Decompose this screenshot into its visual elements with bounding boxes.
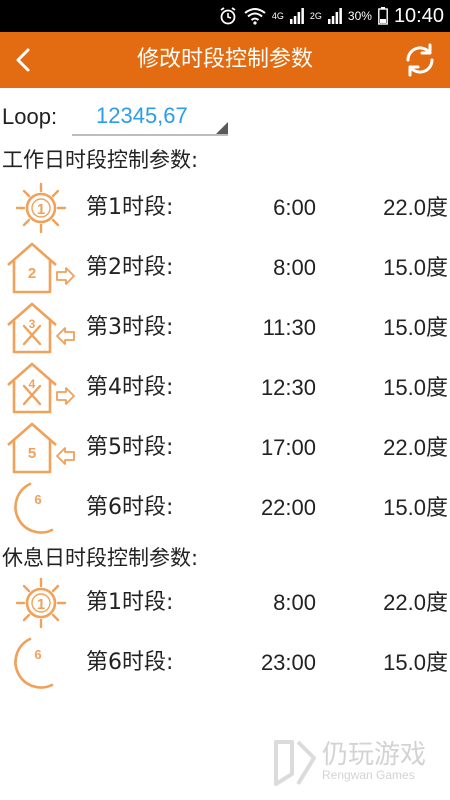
loop-value: 12345,67 xyxy=(96,103,188,128)
moon-6-icon: 6 xyxy=(14,482,54,534)
period-temperature: 22.0度 xyxy=(383,195,448,220)
wifi-icon xyxy=(244,8,266,25)
alarm-icon xyxy=(220,7,236,25)
period-temperature: 22.0度 xyxy=(383,590,448,615)
dropdown-arrow-icon xyxy=(216,122,228,134)
clock: 10:40 xyxy=(393,4,444,27)
period-time: 11:30 xyxy=(262,315,316,340)
watermark: 仍玩游戏 Rengwan Games xyxy=(270,734,450,794)
period-time: 17:00 xyxy=(260,435,316,460)
workday-row-4[interactable]: 4 第4时段: 12:30 15.0度 xyxy=(0,358,450,418)
period-time: 22:00 xyxy=(260,495,316,520)
battery-percent: 30% xyxy=(347,9,372,23)
period-label: 第4时段: xyxy=(86,375,174,400)
watermark-logo-icon xyxy=(274,740,316,786)
period-temperature: 15.0度 xyxy=(383,495,448,520)
workday-row-3[interactable]: 3 第3时段: 11:30 15.0度 xyxy=(0,298,450,358)
refresh-button[interactable] xyxy=(400,40,440,80)
nav-bar: 修改时段控制参数 xyxy=(0,32,450,88)
signal-icon xyxy=(289,8,304,24)
period-label: 第5时段: xyxy=(86,435,174,460)
sun-1-icon: 1 xyxy=(15,182,67,234)
workday-row-2[interactable]: 2 第2时段: 8:00 15.0度 xyxy=(0,238,450,298)
period-time: 23:00 xyxy=(260,650,316,675)
period-time: 8:00 xyxy=(273,590,316,615)
status-icons: 4G 2G 30% 10:40 xyxy=(218,0,444,32)
period-time: 8:00 xyxy=(273,255,316,280)
loop-label: Loop: xyxy=(2,104,58,129)
loop-row: Loop: 12345,67 xyxy=(0,96,450,138)
sun-1-icon: 1 xyxy=(15,577,67,629)
restday-row-6[interactable]: 6 第6时段: 23:00 15.0度 xyxy=(0,633,450,693)
period-label: 第1时段: xyxy=(86,590,174,615)
house-return-meal-3-icon: 3 xyxy=(6,302,75,354)
period-label: 第3时段: xyxy=(86,315,174,340)
svg-text:4: 4 xyxy=(29,377,36,391)
page-title: 修改时段控制参数 xyxy=(136,47,313,72)
svg-text:5: 5 xyxy=(28,445,36,462)
period-time: 6:00 xyxy=(273,195,316,220)
period-label: 第6时段: xyxy=(86,650,174,675)
period-temperature: 15.0度 xyxy=(383,375,448,400)
workday-section-title: 工作日时段控制参数: xyxy=(2,148,199,172)
period-label: 第2时段: xyxy=(86,255,174,280)
refresh-icon xyxy=(406,43,434,77)
period-temperature: 22.0度 xyxy=(383,435,448,460)
watermark-text: 仍玩游戏 xyxy=(322,740,427,770)
svg-text:6: 6 xyxy=(34,647,41,662)
signal-icon-2 xyxy=(327,8,342,24)
house-return-5-icon: 5 xyxy=(6,422,75,474)
svg-text:6: 6 xyxy=(34,492,41,507)
house-leave-meal-4-icon: 4 xyxy=(6,362,75,414)
status-bar: 4G 2G 30% 10:40 xyxy=(0,0,450,32)
svg-text:1: 1 xyxy=(37,596,45,613)
workday-row-5[interactable]: 5 第5时段: 17:00 22.0度 xyxy=(0,418,450,478)
restday-row-1[interactable]: 1 第1时段: 8:00 22.0度 xyxy=(0,573,450,633)
house-leave-2-icon: 2 xyxy=(6,242,75,294)
workday-row-1[interactable]: 1 第1时段: 6:00 22.0度 xyxy=(0,178,450,238)
period-label: 第6时段: xyxy=(86,495,174,520)
battery-icon xyxy=(378,7,388,25)
network-type-2: 2G xyxy=(309,11,322,21)
loop-select[interactable]: 12345,67 xyxy=(72,98,228,136)
network-type-1: 4G xyxy=(271,11,284,21)
period-temperature: 15.0度 xyxy=(383,315,448,340)
workday-row-6[interactable]: 6 第6时段: 22:00 15.0度 xyxy=(0,478,450,538)
period-label: 第1时段: xyxy=(86,195,174,220)
watermark-subtext: Rengwan Games xyxy=(322,768,415,782)
svg-text:3: 3 xyxy=(29,317,36,331)
period-temperature: 15.0度 xyxy=(383,650,448,675)
restday-section-title: 休息日时段控制参数: xyxy=(2,546,199,570)
period-time: 12:30 xyxy=(260,375,316,400)
period-temperature: 15.0度 xyxy=(383,255,448,280)
moon-6-icon: 6 xyxy=(14,637,54,689)
svg-text:2: 2 xyxy=(28,265,36,282)
svg-text:1: 1 xyxy=(37,201,45,218)
